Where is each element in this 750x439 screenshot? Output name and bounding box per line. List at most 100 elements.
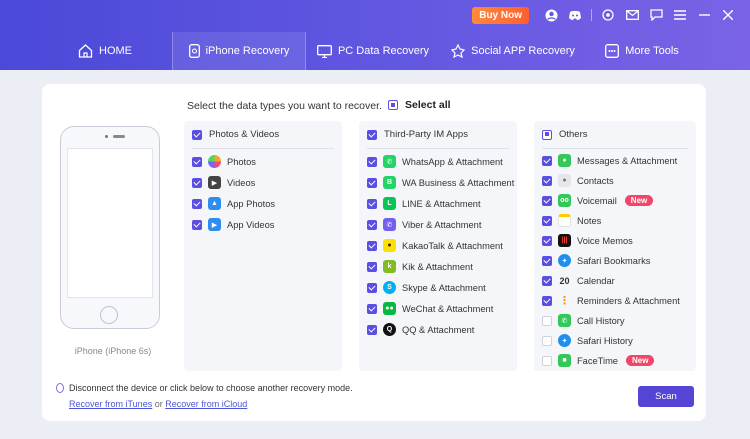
tab-iphone-recovery[interactable]: iPhone Recovery bbox=[172, 32, 306, 70]
item-voicemail[interactable]: oo Voicemail New bbox=[542, 194, 654, 207]
item-label: WeChat & Attachment bbox=[402, 303, 494, 314]
item-label: Call History bbox=[577, 315, 625, 326]
scan-button[interactable]: Scan bbox=[638, 386, 694, 407]
checkbox-checked-icon bbox=[542, 155, 552, 166]
minimize-icon[interactable] bbox=[692, 6, 716, 24]
item-label: Safari History bbox=[577, 335, 633, 346]
item-label: WhatsApp & Attachment bbox=[402, 156, 503, 167]
checkbox-unchecked-icon bbox=[542, 315, 552, 326]
recovery-panel: iPhone (iPhone 6s) Select the data types… bbox=[42, 84, 706, 421]
or-text: or bbox=[154, 399, 163, 409]
notice-text: Disconnect the device or click below to … bbox=[69, 383, 353, 393]
item-kik[interactable]: k Kik & Attachment bbox=[367, 260, 473, 273]
item-kakaotalk[interactable]: ● KakaoTalk & Attachment bbox=[367, 239, 503, 252]
item-safari-bookmarks[interactable]: ✦ Safari Bookmarks bbox=[542, 254, 650, 267]
item-label: WA Business & Attachment bbox=[402, 177, 515, 188]
image-icon: ▲ bbox=[208, 197, 221, 210]
tab-more-tools[interactable]: More Tools bbox=[586, 32, 698, 70]
item-wa-business[interactable]: B WA Business & Attachment bbox=[367, 176, 514, 189]
reminders-icon: ⋮ bbox=[559, 295, 570, 307]
mail-icon[interactable] bbox=[620, 6, 644, 24]
category-header[interactable]: Third-Party IM Apps bbox=[367, 129, 468, 140]
item-label: Skype & Attachment bbox=[402, 282, 486, 293]
checkbox-checked-icon bbox=[367, 282, 377, 293]
facetime-camera-icon: ■ bbox=[558, 354, 571, 367]
item-notes[interactable]: Notes bbox=[542, 214, 601, 227]
checkbox-checked-icon bbox=[367, 240, 377, 251]
item-label: Videos bbox=[227, 177, 256, 188]
item-label: Viber & Attachment bbox=[402, 219, 482, 230]
checkbox-checked-icon bbox=[542, 235, 552, 246]
item-label: QQ & Attachment bbox=[402, 324, 475, 335]
category-title: Photos & Videos bbox=[209, 129, 280, 140]
item-calendar[interactable]: 20 Calendar bbox=[542, 274, 615, 287]
tab-pc-data-recovery[interactable]: PC Data Recovery bbox=[306, 32, 440, 70]
item-label: Notes bbox=[577, 215, 602, 226]
item-messages[interactable]: ● Messages & Attachment bbox=[542, 154, 677, 167]
checkbox-checked-icon bbox=[367, 177, 377, 188]
skype-icon: S bbox=[383, 281, 396, 294]
item-label: Voicemail bbox=[577, 195, 617, 206]
checkbox-checked-icon bbox=[192, 198, 202, 209]
item-skype[interactable]: S Skype & Attachment bbox=[367, 281, 486, 294]
tab-home[interactable]: HOME bbox=[38, 32, 172, 70]
item-safari-history[interactable]: ✦ Safari History bbox=[542, 334, 633, 347]
tab-social-app-recovery[interactable]: Social APP Recovery bbox=[440, 32, 586, 70]
item-photos[interactable]: Photos bbox=[192, 155, 256, 168]
checkbox-partial-icon bbox=[388, 100, 398, 110]
close-icon[interactable] bbox=[716, 6, 740, 24]
select-all-label: Select all bbox=[405, 99, 451, 111]
home-icon bbox=[78, 44, 93, 58]
account-icon[interactable] bbox=[539, 6, 563, 24]
discord-icon[interactable] bbox=[563, 6, 587, 24]
recover-from-icloud-link[interactable]: Recover from iCloud bbox=[165, 399, 247, 409]
viber-icon: ✆ bbox=[383, 218, 396, 231]
item-line[interactable]: L LINE & Attachment bbox=[367, 197, 481, 210]
home-button-illustration bbox=[100, 306, 118, 324]
recover-from-itunes-link[interactable]: Recover from iTunes bbox=[69, 399, 152, 409]
category-photos-videos: Photos & Videos Photos ▶ Videos ▲ App Ph… bbox=[184, 121, 342, 371]
photos-app-icon bbox=[208, 155, 221, 168]
qq-penguin-icon: Q bbox=[383, 323, 396, 336]
item-label: Messages & Attachment bbox=[577, 155, 678, 166]
monitor-icon bbox=[317, 44, 332, 58]
item-label: FaceTime bbox=[577, 355, 618, 366]
camera-dot bbox=[105, 135, 108, 138]
item-call-history[interactable]: ✆ Call History bbox=[542, 314, 625, 327]
buy-now-button[interactable]: Buy Now bbox=[472, 6, 529, 24]
item-contacts[interactable]: ● Contacts bbox=[542, 174, 614, 187]
device-name: iPhone (iPhone 6s) bbox=[74, 346, 152, 356]
tab-label: HOME bbox=[99, 45, 132, 57]
item-app-videos[interactable]: ▶ App Videos bbox=[192, 218, 274, 231]
item-videos[interactable]: ▶ Videos bbox=[192, 176, 255, 189]
item-app-photos[interactable]: ▲ App Photos bbox=[192, 197, 275, 210]
divider bbox=[591, 9, 592, 21]
category-im-apps: Third-Party IM Apps ✆ WhatsApp & Attachm… bbox=[359, 121, 517, 371]
item-voice-memos[interactable]: ||| Voice Memos bbox=[542, 234, 633, 247]
video-play-icon: ▶ bbox=[208, 218, 221, 231]
item-whatsapp[interactable]: ✆ WhatsApp & Attachment bbox=[367, 155, 503, 168]
checkbox-checked-icon bbox=[542, 295, 552, 306]
category-header[interactable]: Others bbox=[542, 129, 588, 140]
category-others: Others ● Messages & Attachment ● Contact… bbox=[534, 121, 696, 371]
item-qq[interactable]: Q QQ & Attachment bbox=[367, 323, 474, 336]
grid-icon bbox=[605, 44, 620, 58]
safari-compass-icon: ✦ bbox=[558, 334, 571, 347]
checkbox-checked-icon bbox=[367, 198, 377, 209]
menu-icon[interactable] bbox=[668, 6, 692, 24]
item-label: Reminders & Attachment bbox=[577, 295, 680, 306]
contacts-icon: ● bbox=[558, 174, 571, 187]
feedback-icon[interactable] bbox=[644, 6, 668, 24]
select-all-checkbox[interactable]: Select all bbox=[388, 99, 451, 111]
item-wechat[interactable]: ●● WeChat & Attachment bbox=[367, 302, 493, 315]
category-header[interactable]: Photos & Videos bbox=[192, 129, 279, 140]
checkbox-checked-icon bbox=[542, 195, 552, 206]
checkbox-checked-icon bbox=[367, 324, 377, 335]
checkbox-checked-icon bbox=[367, 129, 377, 140]
item-viber[interactable]: ✆ Viber & Attachment bbox=[367, 218, 481, 231]
item-facetime[interactable]: ■ FaceTime New bbox=[542, 354, 655, 367]
target-icon[interactable] bbox=[596, 6, 620, 24]
item-reminders[interactable]: ⋮ Reminders & Attachment bbox=[542, 294, 680, 307]
checkbox-partial-icon bbox=[542, 129, 552, 140]
item-label: App Videos bbox=[227, 219, 275, 230]
